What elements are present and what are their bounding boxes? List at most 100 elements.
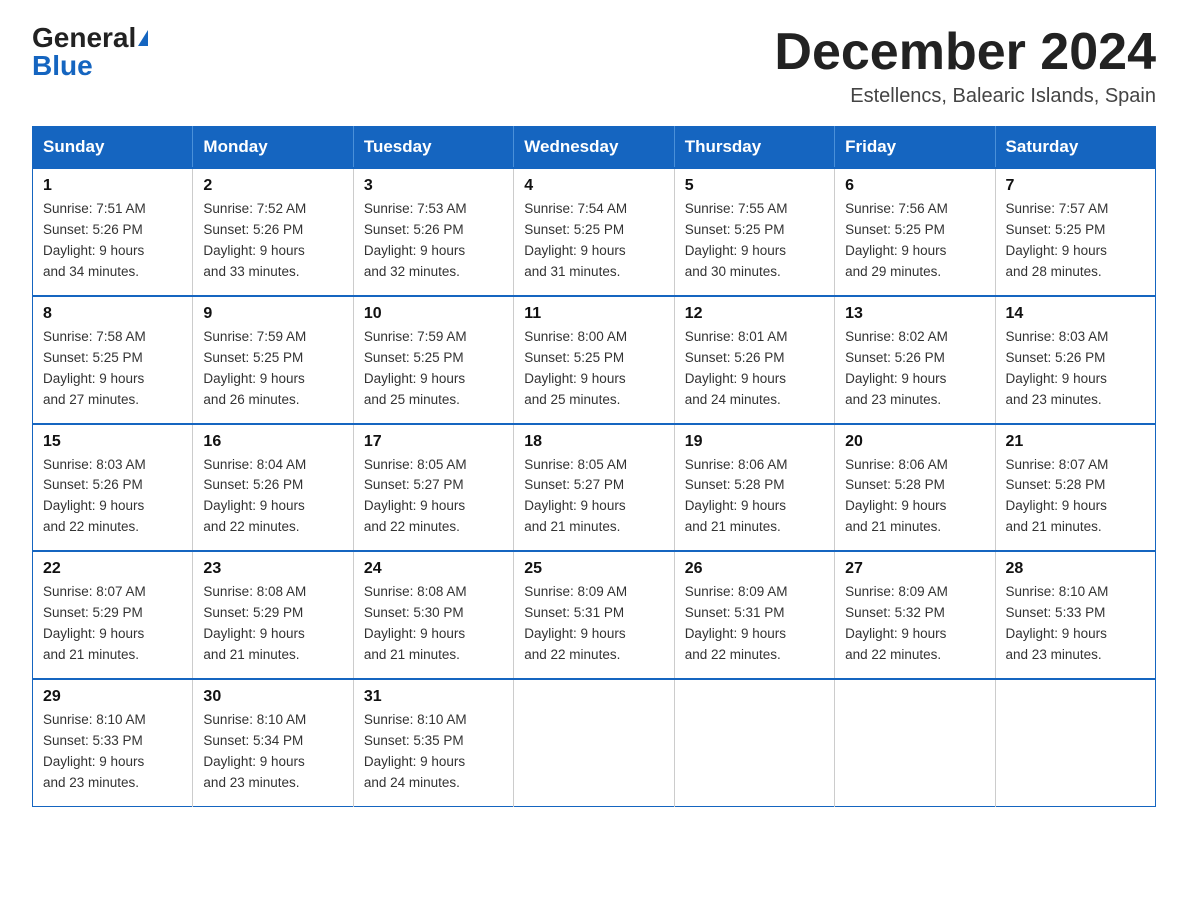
day-number: 16 (203, 433, 342, 451)
day-number: 31 (364, 688, 503, 706)
calendar-cell: 26 Sunrise: 8:09 AMSunset: 5:31 PMDaylig… (674, 551, 834, 679)
day-info: Sunrise: 7:59 AMSunset: 5:25 PMDaylight:… (203, 329, 306, 407)
day-number: 22 (43, 560, 182, 578)
day-info: Sunrise: 8:10 AMSunset: 5:34 PMDaylight:… (203, 712, 306, 790)
day-info: Sunrise: 8:10 AMSunset: 5:35 PMDaylight:… (364, 712, 467, 790)
calendar-cell: 14 Sunrise: 8:03 AMSunset: 5:26 PMDaylig… (995, 296, 1155, 424)
day-info: Sunrise: 8:05 AMSunset: 5:27 PMDaylight:… (524, 457, 627, 535)
calendar-week-row-3: 15 Sunrise: 8:03 AMSunset: 5:26 PMDaylig… (33, 424, 1156, 552)
calendar-cell: 27 Sunrise: 8:09 AMSunset: 5:32 PMDaylig… (835, 551, 995, 679)
calendar-cell: 30 Sunrise: 8:10 AMSunset: 5:34 PMDaylig… (193, 679, 353, 806)
day-number: 23 (203, 560, 342, 578)
calendar-cell: 25 Sunrise: 8:09 AMSunset: 5:31 PMDaylig… (514, 551, 674, 679)
day-info: Sunrise: 8:10 AMSunset: 5:33 PMDaylight:… (1006, 584, 1109, 662)
calendar-cell: 4 Sunrise: 7:54 AMSunset: 5:25 PMDayligh… (514, 168, 674, 296)
calendar-header-row: SundayMondayTuesdayWednesdayThursdayFrid… (33, 127, 1156, 169)
day-number: 25 (524, 560, 663, 578)
day-info: Sunrise: 8:07 AMSunset: 5:29 PMDaylight:… (43, 584, 146, 662)
day-number: 21 (1006, 433, 1145, 451)
day-info: Sunrise: 8:01 AMSunset: 5:26 PMDaylight:… (685, 329, 788, 407)
day-info: Sunrise: 7:58 AMSunset: 5:25 PMDaylight:… (43, 329, 146, 407)
day-number: 8 (43, 305, 182, 323)
calendar-cell: 17 Sunrise: 8:05 AMSunset: 5:27 PMDaylig… (353, 424, 513, 552)
day-number: 17 (364, 433, 503, 451)
calendar-week-row-2: 8 Sunrise: 7:58 AMSunset: 5:25 PMDayligh… (33, 296, 1156, 424)
calendar-cell (674, 679, 834, 806)
calendar-cell: 11 Sunrise: 8:00 AMSunset: 5:25 PMDaylig… (514, 296, 674, 424)
calendar-cell: 1 Sunrise: 7:51 AMSunset: 5:26 PMDayligh… (33, 168, 193, 296)
day-number: 3 (364, 177, 503, 195)
calendar-header-wednesday: Wednesday (514, 127, 674, 169)
day-number: 12 (685, 305, 824, 323)
day-number: 18 (524, 433, 663, 451)
calendar-cell (995, 679, 1155, 806)
day-number: 6 (845, 177, 984, 195)
day-number: 1 (43, 177, 182, 195)
day-number: 20 (845, 433, 984, 451)
day-number: 29 (43, 688, 182, 706)
day-number: 5 (685, 177, 824, 195)
calendar-cell: 24 Sunrise: 8:08 AMSunset: 5:30 PMDaylig… (353, 551, 513, 679)
day-info: Sunrise: 8:08 AMSunset: 5:29 PMDaylight:… (203, 584, 306, 662)
day-info: Sunrise: 7:53 AMSunset: 5:26 PMDaylight:… (364, 201, 467, 279)
page-header: General Blue December 2024 Estellencs, B… (32, 24, 1156, 108)
calendar-cell: 10 Sunrise: 7:59 AMSunset: 5:25 PMDaylig… (353, 296, 513, 424)
calendar-cell: 23 Sunrise: 8:08 AMSunset: 5:29 PMDaylig… (193, 551, 353, 679)
calendar-header-thursday: Thursday (674, 127, 834, 169)
calendar-cell: 7 Sunrise: 7:57 AMSunset: 5:25 PMDayligh… (995, 168, 1155, 296)
day-info: Sunrise: 7:52 AMSunset: 5:26 PMDaylight:… (203, 201, 306, 279)
calendar-cell: 15 Sunrise: 8:03 AMSunset: 5:26 PMDaylig… (33, 424, 193, 552)
calendar-cell: 2 Sunrise: 7:52 AMSunset: 5:26 PMDayligh… (193, 168, 353, 296)
day-info: Sunrise: 8:09 AMSunset: 5:32 PMDaylight:… (845, 584, 948, 662)
logo-triangle-icon (138, 30, 148, 46)
calendar-cell: 21 Sunrise: 8:07 AMSunset: 5:28 PMDaylig… (995, 424, 1155, 552)
calendar-cell: 19 Sunrise: 8:06 AMSunset: 5:28 PMDaylig… (674, 424, 834, 552)
day-info: Sunrise: 7:57 AMSunset: 5:25 PMDaylight:… (1006, 201, 1109, 279)
location-subtitle: Estellencs, Balearic Islands, Spain (774, 85, 1156, 108)
day-info: Sunrise: 8:08 AMSunset: 5:30 PMDaylight:… (364, 584, 467, 662)
logo: General Blue (32, 24, 148, 80)
day-info: Sunrise: 8:05 AMSunset: 5:27 PMDaylight:… (364, 457, 467, 535)
logo-general-text: General (32, 24, 136, 52)
calendar-cell (835, 679, 995, 806)
calendar-header-sunday: Sunday (33, 127, 193, 169)
calendar-cell: 13 Sunrise: 8:02 AMSunset: 5:26 PMDaylig… (835, 296, 995, 424)
calendar-cell (514, 679, 674, 806)
calendar-header-tuesday: Tuesday (353, 127, 513, 169)
day-number: 4 (524, 177, 663, 195)
logo-blue-text: Blue (32, 52, 93, 80)
day-info: Sunrise: 8:00 AMSunset: 5:25 PMDaylight:… (524, 329, 627, 407)
calendar-week-row-5: 29 Sunrise: 8:10 AMSunset: 5:33 PMDaylig… (33, 679, 1156, 806)
main-title: December 2024 (774, 24, 1156, 81)
day-info: Sunrise: 8:06 AMSunset: 5:28 PMDaylight:… (845, 457, 948, 535)
day-number: 9 (203, 305, 342, 323)
day-info: Sunrise: 8:10 AMSunset: 5:33 PMDaylight:… (43, 712, 146, 790)
day-number: 11 (524, 305, 663, 323)
day-info: Sunrise: 8:03 AMSunset: 5:26 PMDaylight:… (43, 457, 146, 535)
calendar-cell: 22 Sunrise: 8:07 AMSunset: 5:29 PMDaylig… (33, 551, 193, 679)
day-number: 27 (845, 560, 984, 578)
day-info: Sunrise: 7:54 AMSunset: 5:25 PMDaylight:… (524, 201, 627, 279)
day-info: Sunrise: 8:07 AMSunset: 5:28 PMDaylight:… (1006, 457, 1109, 535)
day-number: 2 (203, 177, 342, 195)
day-info: Sunrise: 8:06 AMSunset: 5:28 PMDaylight:… (685, 457, 788, 535)
day-info: Sunrise: 8:09 AMSunset: 5:31 PMDaylight:… (685, 584, 788, 662)
day-number: 13 (845, 305, 984, 323)
day-number: 19 (685, 433, 824, 451)
day-info: Sunrise: 7:59 AMSunset: 5:25 PMDaylight:… (364, 329, 467, 407)
calendar-cell: 29 Sunrise: 8:10 AMSunset: 5:33 PMDaylig… (33, 679, 193, 806)
calendar-header-saturday: Saturday (995, 127, 1155, 169)
calendar-cell: 3 Sunrise: 7:53 AMSunset: 5:26 PMDayligh… (353, 168, 513, 296)
calendar-cell: 18 Sunrise: 8:05 AMSunset: 5:27 PMDaylig… (514, 424, 674, 552)
day-number: 7 (1006, 177, 1145, 195)
day-info: Sunrise: 8:03 AMSunset: 5:26 PMDaylight:… (1006, 329, 1109, 407)
day-number: 14 (1006, 305, 1145, 323)
calendar-week-row-4: 22 Sunrise: 8:07 AMSunset: 5:29 PMDaylig… (33, 551, 1156, 679)
calendar-cell: 9 Sunrise: 7:59 AMSunset: 5:25 PMDayligh… (193, 296, 353, 424)
calendar-header-monday: Monday (193, 127, 353, 169)
day-number: 15 (43, 433, 182, 451)
day-info: Sunrise: 8:02 AMSunset: 5:26 PMDaylight:… (845, 329, 948, 407)
day-info: Sunrise: 8:09 AMSunset: 5:31 PMDaylight:… (524, 584, 627, 662)
title-area: December 2024 Estellencs, Balearic Islan… (774, 24, 1156, 108)
day-number: 10 (364, 305, 503, 323)
